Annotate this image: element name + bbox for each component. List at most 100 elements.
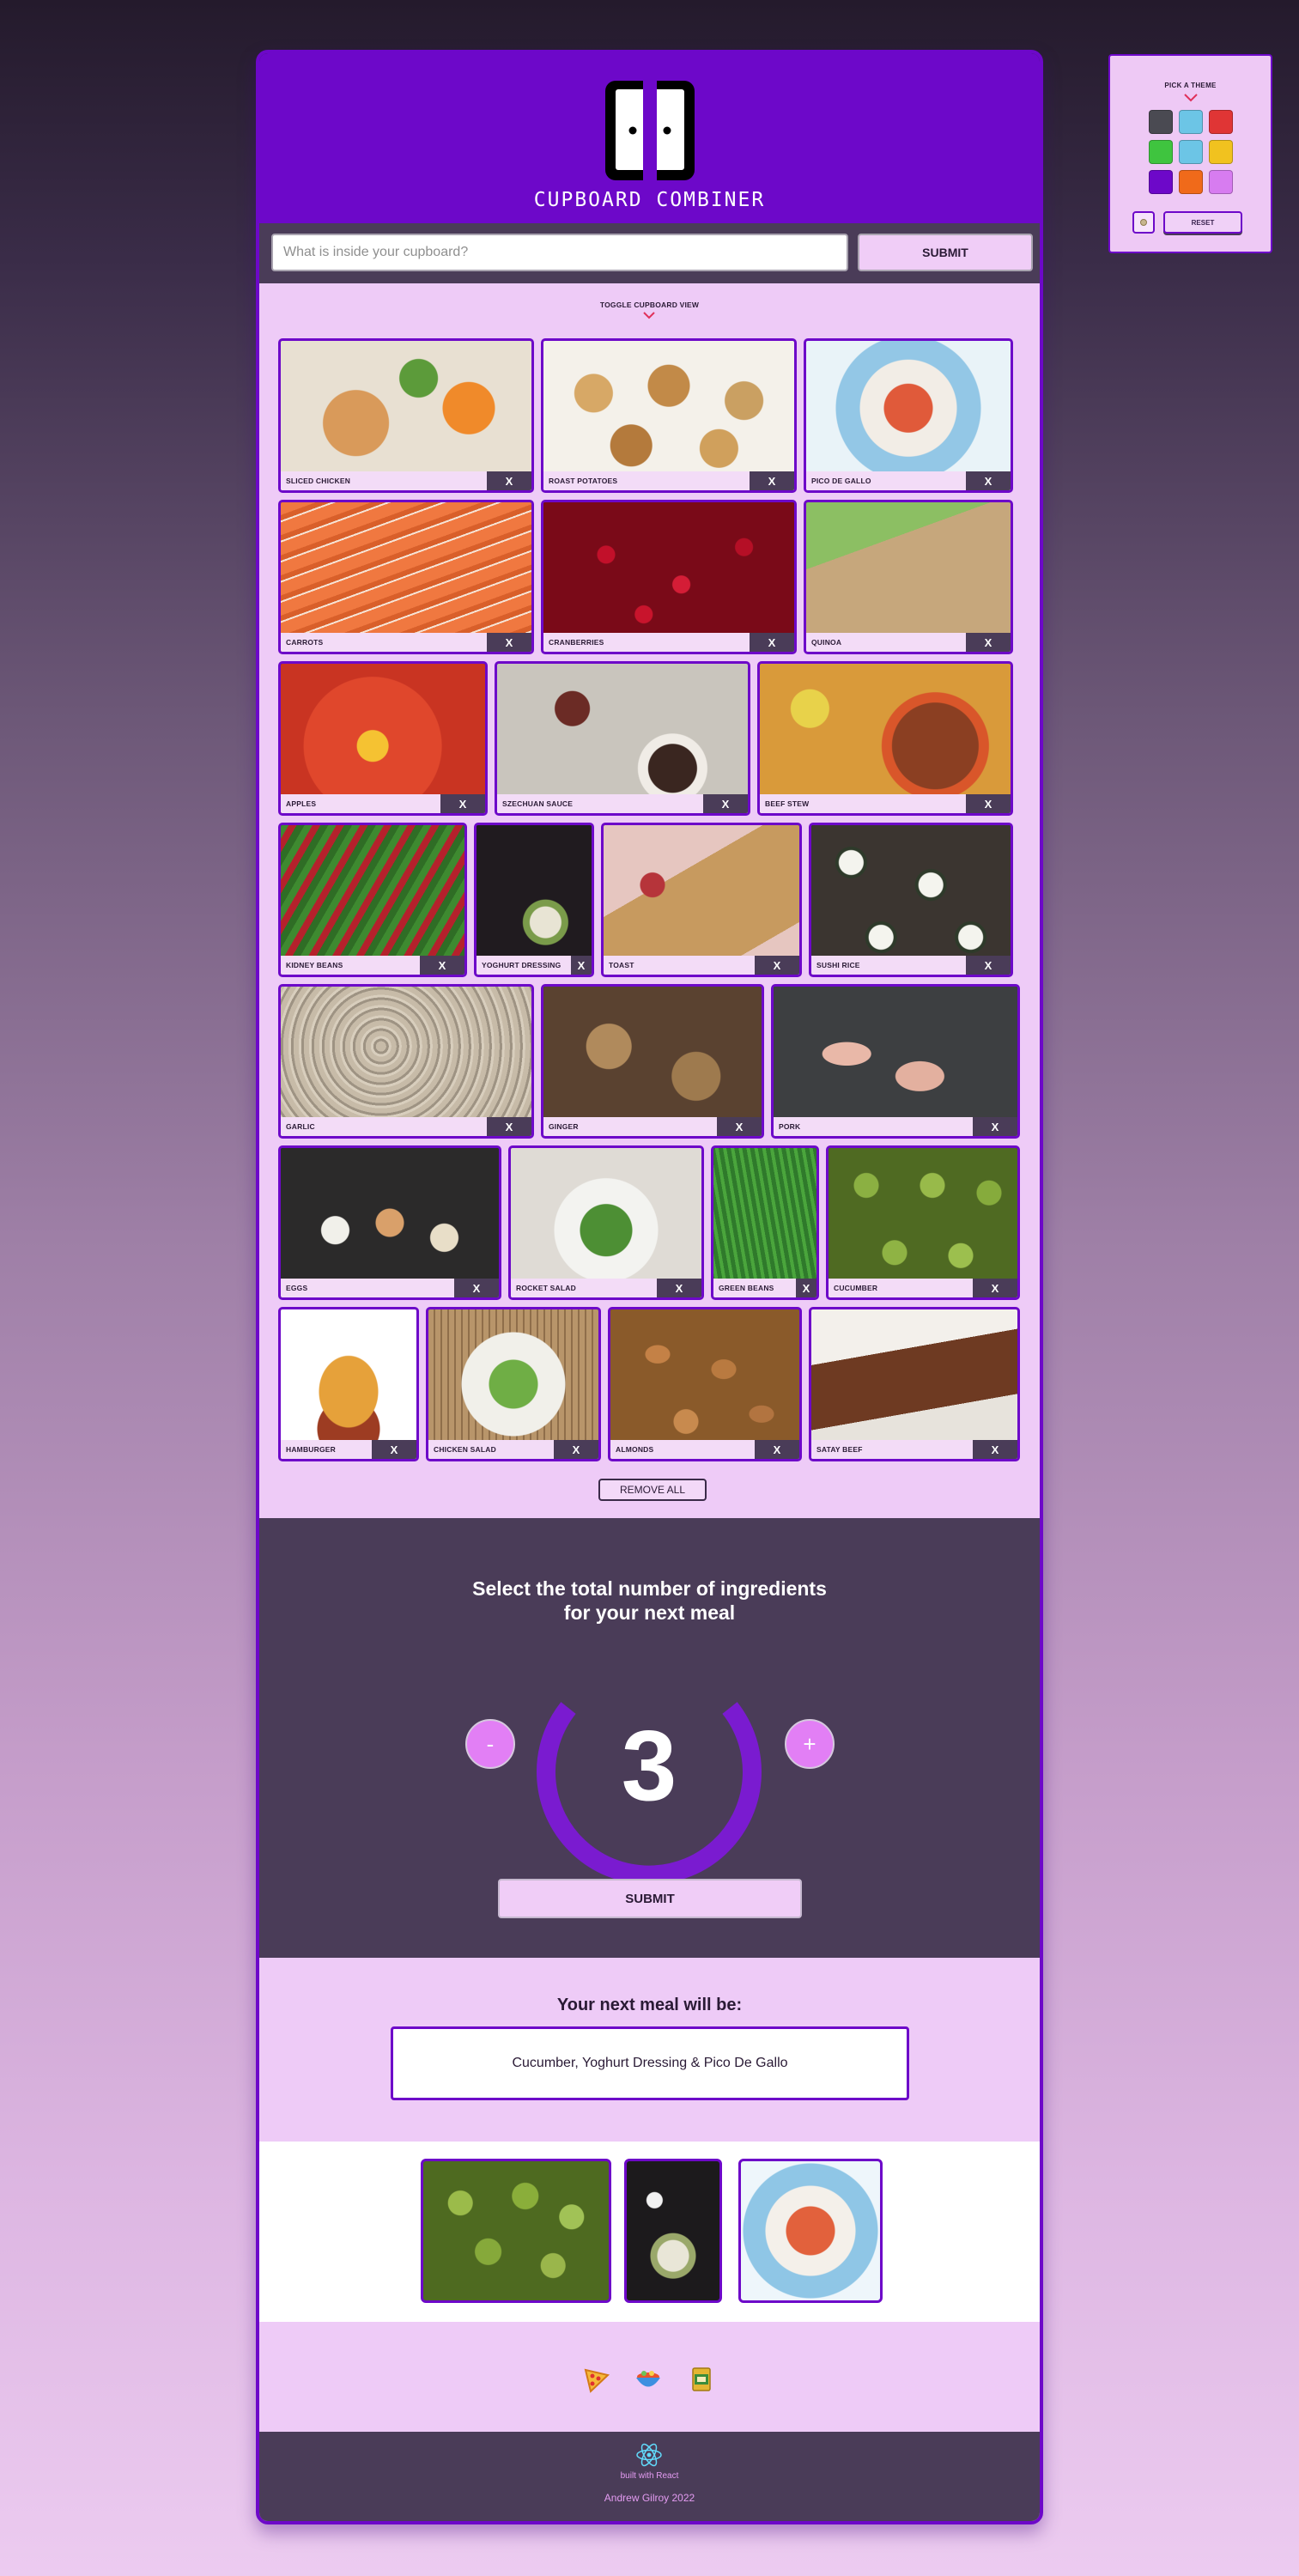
remove-ingredient-button[interactable]: X bbox=[966, 633, 1011, 652]
theme-swatch[interactable] bbox=[1208, 140, 1233, 164]
ingredient-label-bar: HAMBURGER X bbox=[281, 1440, 416, 1459]
ingredient-name: SLICED CHICKEN bbox=[286, 477, 351, 485]
ingredient-label-bar: ROAST POTATOES X bbox=[543, 471, 794, 490]
ingredient-tile: SLICED CHICKEN X bbox=[278, 338, 534, 493]
remove-ingredient-button[interactable]: X bbox=[571, 956, 592, 975]
ingredient-image bbox=[281, 987, 531, 1136]
remove-ingredient-button[interactable]: X bbox=[796, 1279, 816, 1297]
ingredient-label-bar: EGGS X bbox=[281, 1279, 499, 1297]
theme-swatch-grid bbox=[1148, 110, 1233, 194]
ingredient-tile: CUCUMBER X bbox=[826, 1145, 1020, 1300]
ingredient-label-bar: PORK X bbox=[774, 1117, 1017, 1136]
author-credit: Andrew Gilroy 2022 bbox=[604, 2492, 695, 2504]
remove-ingredient-button[interactable]: X bbox=[440, 794, 485, 813]
decrement-button[interactable]: - bbox=[465, 1719, 515, 1769]
theme-swatch[interactable] bbox=[1208, 170, 1233, 194]
theme-swatch[interactable] bbox=[1178, 140, 1203, 164]
generate-meal-button[interactable]: SUBMIT bbox=[498, 1879, 802, 1918]
remove-ingredient-button[interactable]: X bbox=[755, 1440, 799, 1459]
ingredient-label-bar: QUINOA X bbox=[806, 633, 1011, 652]
chevron-down-icon[interactable] bbox=[1183, 93, 1199, 103]
theme-swatch[interactable] bbox=[1148, 140, 1173, 164]
ingredient-tile: GREEN BEANS X bbox=[711, 1145, 819, 1300]
ingredient-label-bar: BEEF STEW X bbox=[760, 794, 1011, 813]
ingredient-name: CHICKEN SALAD bbox=[434, 1445, 496, 1454]
search-submit-button[interactable]: SUBMIT bbox=[858, 234, 1033, 271]
theme-swatch[interactable] bbox=[1178, 110, 1203, 134]
remove-ingredient-button[interactable]: X bbox=[487, 1117, 531, 1136]
random-theme-button[interactable] bbox=[1132, 211, 1155, 234]
remove-ingredient-button[interactable]: X bbox=[657, 1279, 701, 1297]
remove-ingredient-button[interactable]: X bbox=[973, 1117, 1017, 1136]
selector-title: Select the total number of ingredients f… bbox=[259, 1577, 1040, 1625]
ingredient-image bbox=[806, 502, 1011, 652]
remove-ingredient-button[interactable]: X bbox=[717, 1117, 762, 1136]
ingredient-tile: SZECHUAN SAUCE X bbox=[495, 661, 750, 816]
ingredient-tile: KIDNEY BEANS X bbox=[278, 823, 467, 977]
ingredient-tile: QUINOA X bbox=[804, 500, 1013, 654]
remove-ingredient-button[interactable]: X bbox=[750, 471, 794, 490]
remove-ingredient-button[interactable]: X bbox=[372, 1440, 416, 1459]
ingredient-name: GREEN BEANS bbox=[719, 1284, 774, 1292]
ingredient-image bbox=[543, 341, 794, 490]
ingredient-name: ROCKET SALAD bbox=[516, 1284, 576, 1292]
ingredient-label-bar: APPLES X bbox=[281, 794, 485, 813]
ingredient-name: SATAY BEEF bbox=[816, 1445, 863, 1454]
meal-image-pico-de-gallo bbox=[738, 2159, 883, 2303]
remove-ingredient-button[interactable]: X bbox=[973, 1279, 1017, 1297]
ingredient-name: PORK bbox=[779, 1122, 801, 1131]
ingredient-label-bar: GREEN BEANS X bbox=[713, 1279, 816, 1297]
ingredient-image bbox=[281, 502, 531, 652]
remove-ingredient-button[interactable]: X bbox=[454, 1279, 499, 1297]
theme-swatch[interactable] bbox=[1208, 110, 1233, 134]
ingredient-name: GINGER bbox=[549, 1122, 579, 1131]
remove-ingredient-button[interactable]: X bbox=[973, 1440, 1017, 1459]
reset-theme-button[interactable]: RESET bbox=[1163, 211, 1242, 234]
ingredient-label-bar: SATAY BEEF X bbox=[811, 1440, 1017, 1459]
theme-swatch[interactable] bbox=[1178, 170, 1203, 194]
ingredient-count: 3 bbox=[621, 1710, 677, 1821]
ingredient-search-input[interactable] bbox=[271, 234, 848, 271]
search-bar: SUBMIT bbox=[259, 223, 1040, 283]
remove-ingredient-button[interactable]: X bbox=[750, 633, 794, 652]
remove-ingredient-button[interactable]: X bbox=[703, 794, 748, 813]
react-icon bbox=[636, 2443, 662, 2467]
remove-ingredient-button[interactable]: X bbox=[487, 471, 531, 490]
ingredient-label-bar: YOGHURT DRESSING X bbox=[477, 956, 592, 975]
remove-ingredient-button[interactable]: X bbox=[966, 471, 1011, 490]
cupboard-logo-icon bbox=[604, 77, 695, 184]
ingredient-name: BEEF STEW bbox=[765, 799, 810, 808]
ingredient-label-bar: CRANBERRIES X bbox=[543, 633, 794, 652]
ingredient-image bbox=[829, 1148, 1017, 1297]
ingredient-image bbox=[281, 341, 531, 490]
remove-all-button[interactable]: REMOVE ALL bbox=[598, 1479, 707, 1501]
ingredient-label-bar: TOAST X bbox=[604, 956, 799, 975]
toggle-cupboard-view[interactable]: TOGGLE CUPBOARD VIEW bbox=[259, 301, 1040, 309]
ingredient-name: ROAST POTATOES bbox=[549, 477, 618, 485]
chevron-down-icon[interactable] bbox=[642, 311, 656, 319]
remove-ingredient-button[interactable]: X bbox=[487, 633, 531, 652]
ingredient-name: TOAST bbox=[609, 961, 634, 969]
theme-swatch[interactable] bbox=[1148, 110, 1173, 134]
remove-ingredient-button[interactable]: X bbox=[554, 1440, 598, 1459]
theme-swatch[interactable] bbox=[1148, 170, 1173, 194]
ingredient-image bbox=[713, 1148, 816, 1297]
ingredient-tile: CRANBERRIES X bbox=[541, 500, 797, 654]
ingredient-name: ALMONDS bbox=[616, 1445, 654, 1454]
ingredient-label-bar: CUCUMBER X bbox=[829, 1279, 1017, 1297]
increment-button[interactable]: + bbox=[785, 1719, 835, 1769]
ingredient-tile: PICO DE GALLO X bbox=[804, 338, 1013, 493]
meal-result-text: Cucumber, Yoghurt Dressing & Pico De Gal… bbox=[391, 2026, 909, 2100]
ingredient-label-bar: GINGER X bbox=[543, 1117, 762, 1136]
ingredient-image bbox=[774, 987, 1017, 1136]
ingredient-image bbox=[281, 825, 464, 975]
ingredient-tile: SUSHI RICE X bbox=[809, 823, 1013, 977]
remove-ingredient-button[interactable]: X bbox=[420, 956, 464, 975]
remove-ingredient-button[interactable]: X bbox=[966, 794, 1011, 813]
ingredient-tile: APPLES X bbox=[278, 661, 488, 816]
ingredient-name: QUINOA bbox=[811, 638, 842, 647]
remove-ingredient-button[interactable]: X bbox=[755, 956, 799, 975]
remove-ingredient-button[interactable]: X bbox=[966, 956, 1011, 975]
ingredient-tile: PORK X bbox=[771, 984, 1020, 1139]
meal-image-cucumber bbox=[421, 2159, 611, 2303]
